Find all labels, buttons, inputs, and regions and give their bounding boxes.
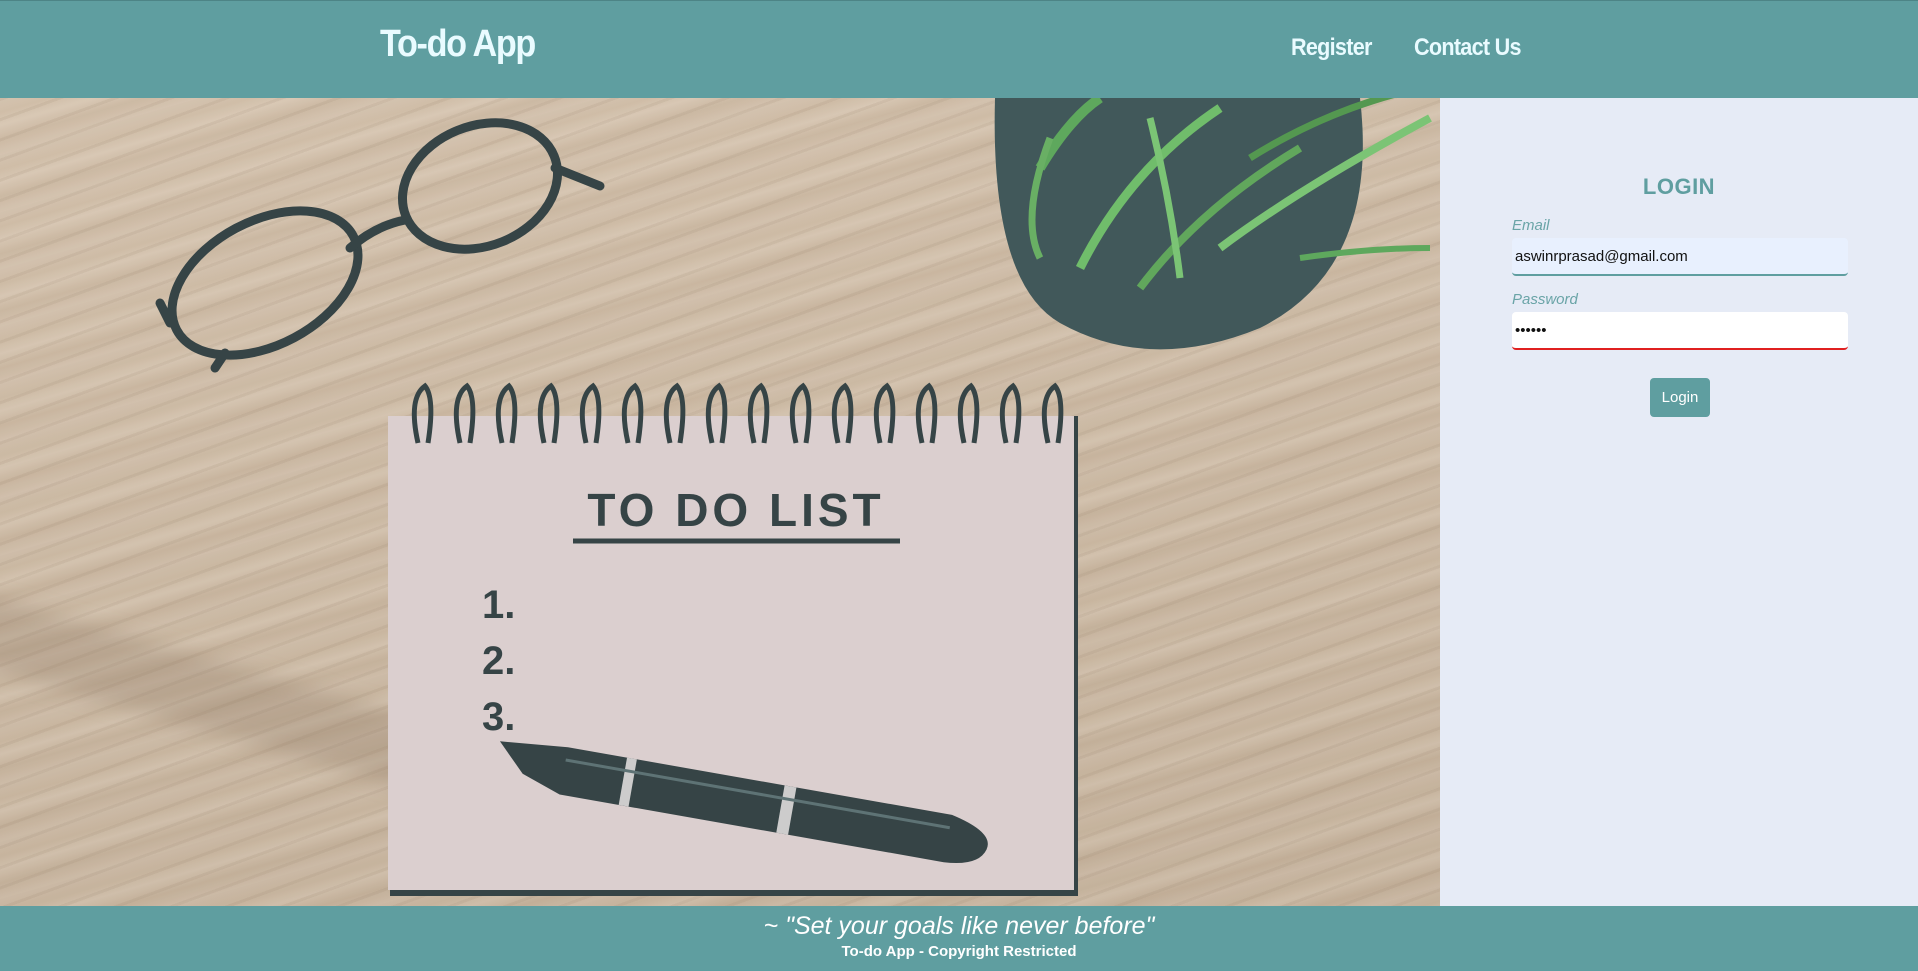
hero-illustration: TO DO LIST 1. 2. 3. bbox=[0, 98, 1440, 906]
footer: ~ "Set your goals like never before" To-… bbox=[0, 906, 1918, 971]
login-panel: LOGIN Email Password Login bbox=[1440, 98, 1918, 906]
hero-image: TO DO LIST 1. 2. 3. bbox=[0, 98, 1440, 906]
password-label: Password bbox=[1512, 291, 1578, 308]
login-title: LOGIN bbox=[1642, 174, 1716, 199]
email-field[interactable] bbox=[1512, 238, 1848, 276]
email-label: Email bbox=[1512, 217, 1550, 234]
brand-logo[interactable]: To-do App bbox=[380, 23, 536, 66]
footer-copyright: To-do App - Copyright Restricted bbox=[841, 943, 1077, 960]
nav-register-link[interactable]: Register bbox=[1291, 34, 1372, 62]
footer-quote: ~ "Set your goals like never before" bbox=[763, 912, 1155, 940]
top-navbar: To-do App Register Contact Us bbox=[0, 0, 1918, 98]
nav-contact-link[interactable]: Contact Us bbox=[1414, 34, 1522, 62]
login-button[interactable]: Login bbox=[1650, 378, 1710, 417]
password-field[interactable] bbox=[1512, 312, 1848, 350]
